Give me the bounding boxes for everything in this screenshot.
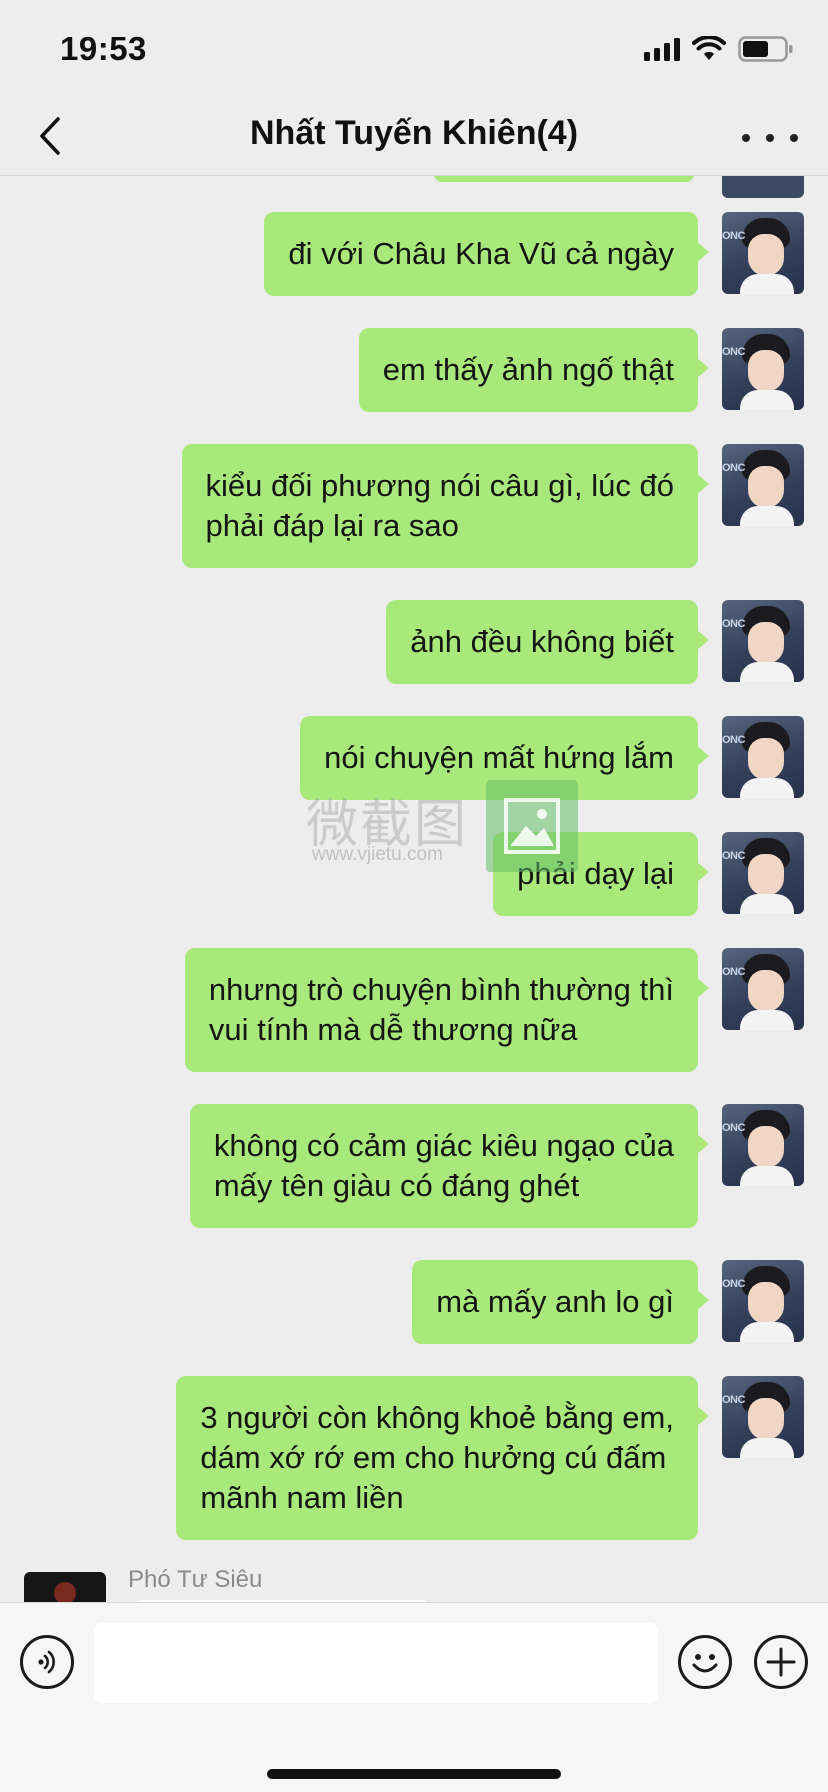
message-line: mà mấy anh lo gì [436, 1284, 674, 1319]
avatar[interactable]: ONC [722, 444, 804, 526]
avatar[interactable]: ONC [722, 1376, 804, 1458]
more-options-button[interactable] [742, 120, 798, 156]
message-line: nói chuyện mất hứng lắm [324, 740, 674, 775]
chat-header: Nhất Tuyến Khiên(4) [0, 96, 828, 176]
message-bubble[interactable]: nói chuyện mất hứng lắm [300, 716, 709, 800]
message-bubble[interactable]: mà mấy anh lo gì [412, 1260, 709, 1344]
input-bar [0, 1602, 828, 1792]
message-line: phải đáp lại ra sao [205, 508, 459, 543]
avatar[interactable]: ONC [722, 948, 804, 1030]
avatar-tag: ONC [722, 850, 745, 862]
message-bubble[interactable]: ảnh đều không biết [386, 600, 709, 684]
avatar[interactable] [722, 176, 804, 198]
avatar[interactable]: ONC [722, 212, 804, 294]
message-list[interactable]: đi với Châu Kha Vũ cả ngày ONC em thấy ả… [0, 176, 828, 1602]
message-line: mãnh nam liền [200, 1480, 404, 1515]
message-bubble[interactable]: phải dạy lại [493, 832, 709, 916]
message-input[interactable] [94, 1623, 658, 1703]
message-bubble-partial[interactable] [434, 176, 694, 182]
message-bubble[interactable]: em thấy ảnh ngố thật [358, 328, 710, 412]
chat-screen: 19:53 Nhất Tuyến Khiên(4) đi với Châu Kh… [0, 0, 828, 1792]
message-line: không có cảm giác kiêu ngạo của [213, 1128, 674, 1163]
more-actions-button[interactable] [754, 1635, 808, 1689]
status-bar: 19:53 [0, 0, 828, 96]
more-dot-icon [766, 134, 774, 142]
avatar[interactable]: ONC [722, 1260, 804, 1342]
message-line: dám xớ rớ em cho hưởng cú đấm [200, 1440, 667, 1475]
wifi-icon [692, 36, 726, 62]
smiley-icon [692, 1654, 718, 1673]
message-line: phải dạy lại [517, 856, 674, 891]
message-line: em thấy ảnh ngố thật [382, 352, 674, 387]
avatar-tag: ONC [722, 230, 745, 242]
voice-wave-icon [38, 1650, 55, 1674]
avatar-tag: ONC [722, 618, 745, 630]
message-line: kiểu đối phương nói câu gì, lúc đó [205, 468, 675, 503]
avatar-tag: ONC [722, 462, 745, 474]
avatar[interactable]: ONC [722, 1104, 804, 1186]
message-bubble[interactable]: đi với Châu Kha Vũ cả ngày [264, 212, 709, 296]
voice-input-button[interactable] [20, 1635, 74, 1689]
avatar-tag: ONC [722, 1394, 745, 1406]
message-line: mấy tên giàu có đáng ghét [213, 1168, 580, 1203]
emoji-button[interactable] [678, 1635, 732, 1689]
message-bubble[interactable]: kiểu đối phương nói câu gì, lúc đó phải … [181, 444, 709, 568]
chat-title: Nhất Tuyến Khiên(4) [249, 114, 579, 152]
message-line: vui tính mà dễ thương nữa [208, 1012, 578, 1047]
message-line: ảnh đều không biết [410, 624, 674, 659]
status-time: 19:53 [60, 30, 147, 67]
avatar-tag: ONC [722, 1278, 745, 1290]
message-line: đi với Châu Kha Vũ cả ngày [288, 236, 674, 271]
message-bubble[interactable]: không có cảm giác kiêu ngạo của mấy tên … [189, 1104, 710, 1228]
avatar-tag: ONC [722, 966, 745, 978]
home-indicator[interactable] [267, 1769, 561, 1779]
avatar[interactable]: ONC [722, 600, 804, 682]
more-dot-icon [742, 134, 750, 142]
avatar[interactable]: ONC [722, 832, 804, 914]
message-bubble[interactable]: nhưng trò chuyện bình thường thì vui tín… [184, 948, 710, 1072]
avatar-tag: ONC [722, 346, 745, 358]
more-dot-icon [790, 134, 798, 142]
sender-name: Phó Tư Siêu [128, 1566, 263, 1593]
battery-icon [738, 36, 794, 62]
avatar[interactable]: ONC [722, 328, 804, 410]
plus-icon [766, 1647, 796, 1677]
message-line: 3 người còn không khoẻ bằng em, [200, 1400, 674, 1435]
cellular-signal-icon [644, 37, 680, 61]
avatar[interactable]: ONC [722, 716, 804, 798]
message-line: nhưng trò chuyện bình thường thì [208, 972, 674, 1007]
message-bubble[interactable]: 3 người còn không khoẻ bằng em, dám xớ r… [176, 1376, 709, 1540]
status-icons [644, 36, 794, 62]
avatar-tag: ONC [722, 1122, 745, 1134]
avatar-tag: ONC [722, 734, 745, 746]
